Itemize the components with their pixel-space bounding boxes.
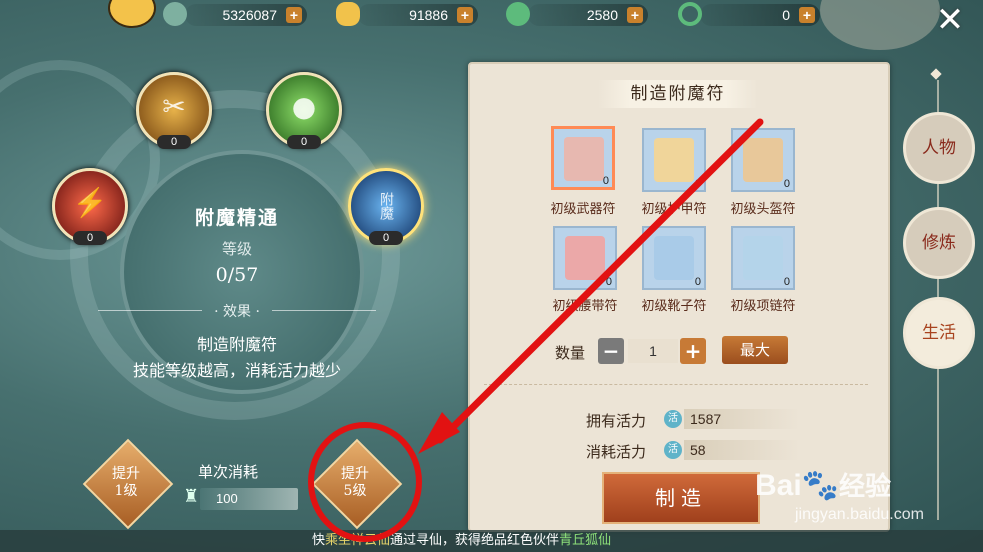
paw-icon: 🐾 — [801, 469, 840, 502]
annotation-circle — [308, 422, 422, 542]
baidu-watermark-url: jingyan.baidu.com — [795, 506, 924, 523]
baidu-watermark-logo: Bai🐾经验 — [755, 469, 892, 502]
